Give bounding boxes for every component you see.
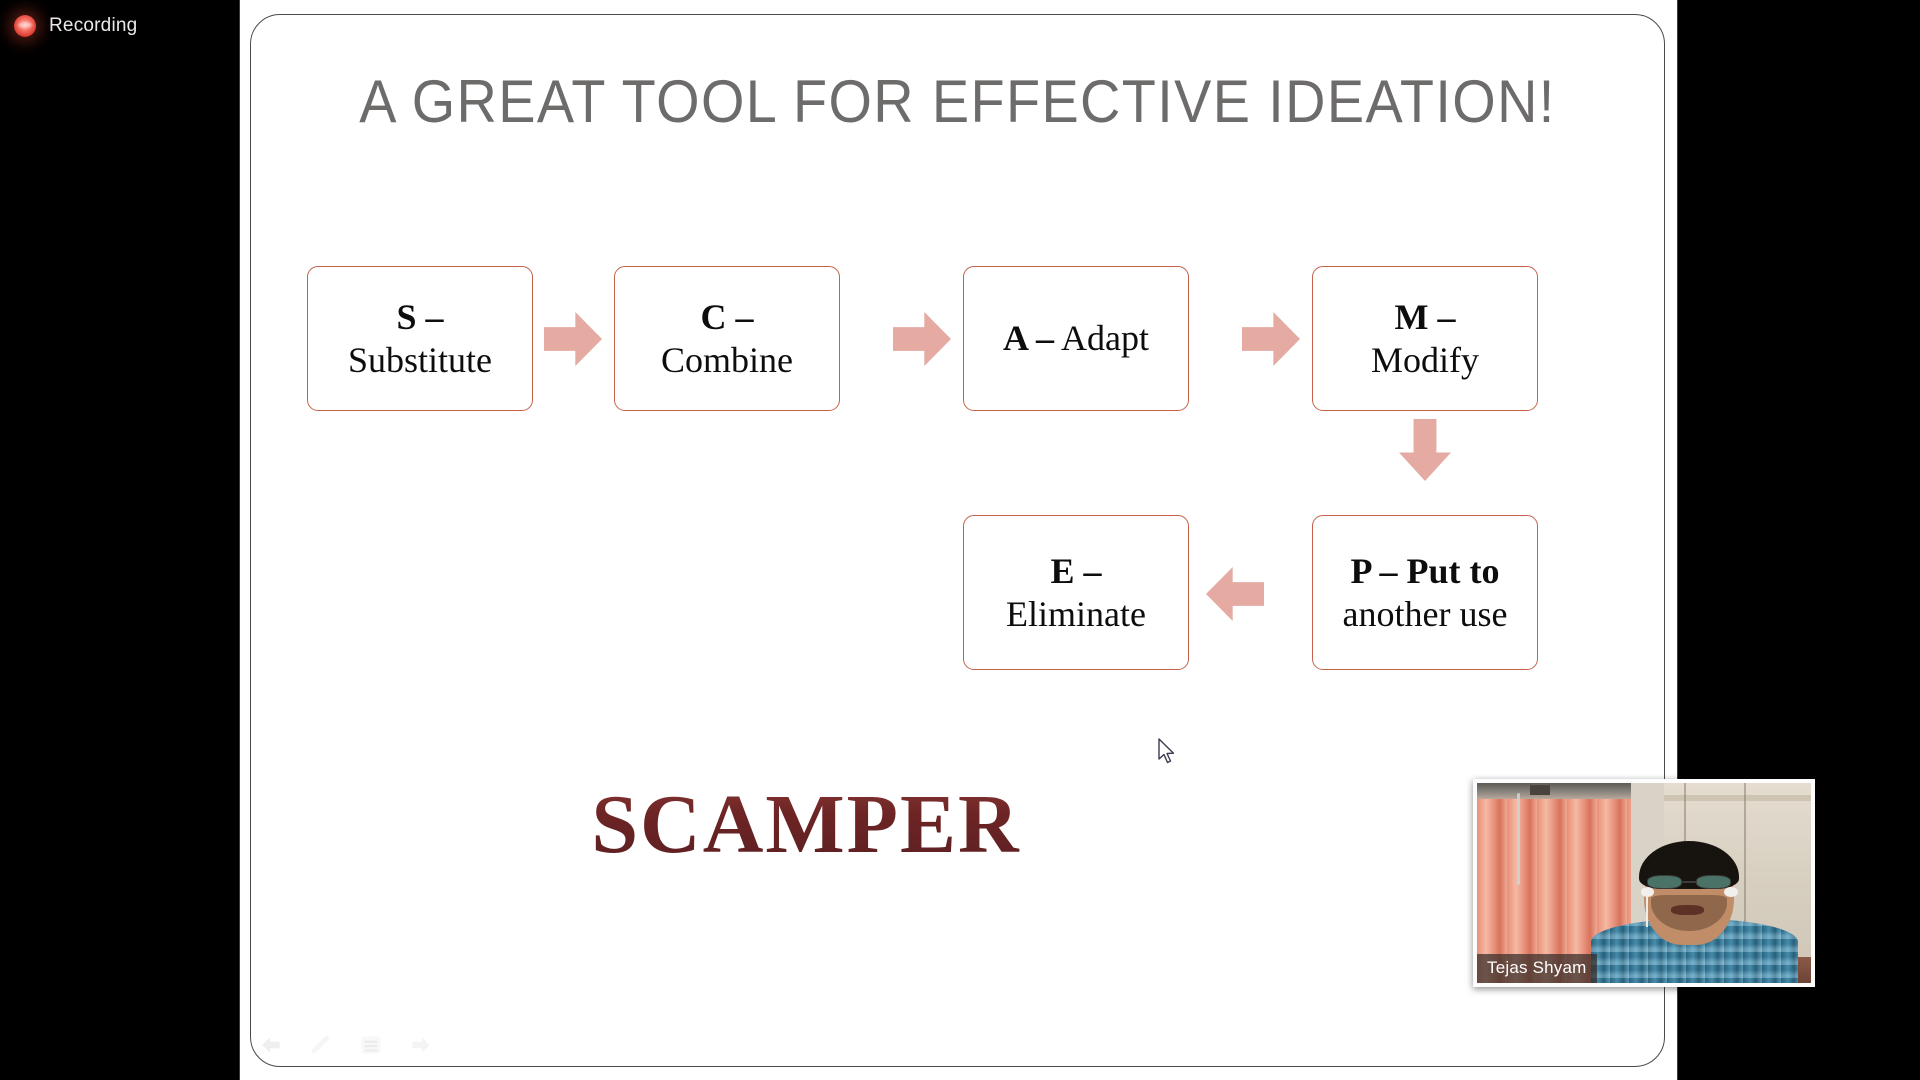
- arrow-right-icon[interactable]: [407, 1032, 435, 1058]
- slide-canvas: A GREAT TOOL FOR EFFECTIVE IDEATION! S –…: [250, 14, 1665, 1067]
- mouse-cursor: [1158, 738, 1175, 764]
- arrow-right-icon-a-to-m: [1242, 312, 1300, 366]
- scamper-box-combine: C – Combine: [614, 266, 840, 411]
- scamper-box-word: Combine: [661, 339, 793, 380]
- scamper-wordmark: SCAMPER: [571, 776, 1041, 873]
- scamper-box-modify: M – Modify: [1312, 266, 1538, 411]
- scamper-box-word: Substitute: [347, 339, 493, 380]
- glasses-lens-right: [1695, 875, 1731, 889]
- menu-icon[interactable]: [357, 1032, 385, 1058]
- ceiling-bracket: [1530, 785, 1551, 795]
- participant-name-label: Tejas Shyam: [1477, 954, 1597, 983]
- scamper-box-letter: C –: [700, 297, 754, 338]
- presentation-stage: A GREAT TOOL FOR EFFECTIVE IDEATION! S –…: [240, 0, 1815, 1080]
- arrow-left-icon[interactable]: [257, 1032, 285, 1058]
- participant-mouth: [1670, 905, 1705, 915]
- scamper-box-word: another use: [1342, 593, 1508, 634]
- arrow-left-icon-p-to-e: [1206, 567, 1264, 621]
- scamper-box-substitute: S – Substitute: [307, 266, 533, 411]
- earbud-right: [1724, 887, 1738, 897]
- arrow-down-icon-m-to-p: [1399, 419, 1451, 481]
- arrow-right-icon-s-to-c: [544, 312, 602, 366]
- scamper-box-eliminate: E – Eliminate: [963, 515, 1189, 670]
- pen-icon[interactable]: [307, 1032, 335, 1058]
- scamper-box-letter: S –: [396, 297, 444, 338]
- glasses-lens-left: [1647, 875, 1683, 889]
- scamper-box-word: Eliminate: [1006, 593, 1146, 634]
- participant-video-thumbnail[interactable]: Tejas Shyam: [1473, 779, 1815, 987]
- wall-trim: [1664, 795, 1811, 801]
- recording-indicator: Recording: [14, 12, 137, 40]
- curtain-rod: [1517, 793, 1521, 885]
- presentation-nav-controls[interactable]: [257, 1032, 435, 1058]
- scamper-box-put-to-another-use: P – Put to another use: [1312, 515, 1538, 670]
- arrow-right-icon-c-to-a: [893, 312, 951, 366]
- scamper-box-adapt: A – Adapt: [963, 266, 1189, 411]
- scamper-box-word: Modify: [1371, 339, 1479, 380]
- earbud-wire: [1645, 895, 1648, 927]
- curtain-rail: [1477, 783, 1631, 799]
- scamper-box-letter: A –: [1002, 318, 1054, 359]
- recording-label: Recording: [49, 15, 138, 36]
- scamper-box-letter: P – Put to: [1350, 551, 1500, 592]
- screen-root: Recording A GREAT TOOL FOR EFFECTIVE IDE…: [0, 0, 1920, 1080]
- glasses-icon: [1647, 875, 1731, 889]
- glasses-bridge: [1682, 881, 1696, 883]
- scamper-box-word: Adapt: [1061, 318, 1149, 359]
- record-dot-icon: [14, 15, 36, 37]
- scamper-box-letter: M –: [1394, 297, 1456, 338]
- slide-title: A GREAT TOOL FOR EFFECTIVE IDEATION!: [359, 68, 1556, 135]
- scamper-box-letter: E –: [1050, 551, 1102, 592]
- video-frame: [1477, 783, 1811, 983]
